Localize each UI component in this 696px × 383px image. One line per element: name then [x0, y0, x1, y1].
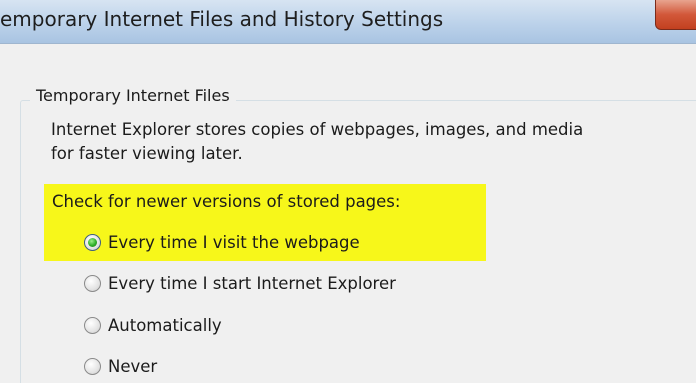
- dialog-title: emporary Internet Files and History Sett…: [0, 7, 444, 31]
- radio-label: Every time I start Internet Explorer: [108, 273, 396, 293]
- radio-label: Never: [108, 356, 158, 376]
- radio-button-icon[interactable]: [84, 316, 101, 334]
- radio-option-every-visit[interactable]: Every time I visit the webpage: [84, 229, 360, 255]
- description-line-1: Internet Explorer stores copies of webpa…: [51, 120, 584, 139]
- radio-option-never[interactable]: Never: [84, 353, 157, 379]
- radio-label: Every time I visit the webpage: [108, 232, 360, 252]
- radio-label: Automatically: [108, 315, 222, 335]
- radio-button-icon[interactable]: [84, 274, 101, 292]
- radio-option-every-start[interactable]: Every time I start Internet Explorer: [84, 270, 396, 296]
- close-button[interactable]: [655, 0, 696, 30]
- settings-dialog: emporary Internet Files and History Sett…: [0, 0, 696, 383]
- title-bar: emporary Internet Files and History Sett…: [0, 0, 696, 44]
- radio-selected-dot: [88, 237, 97, 247]
- radio-button-icon[interactable]: [84, 357, 101, 375]
- radio-option-automatically[interactable]: Automatically: [84, 312, 222, 338]
- description-line-2: for faster viewing later.: [51, 144, 243, 163]
- check-newer-label: Check for newer versions of stored pages…: [52, 192, 401, 211]
- radio-button-icon[interactable]: [84, 233, 101, 251]
- description-text: Internet Explorer stores copies of webpa…: [51, 118, 696, 166]
- groupbox-label: Temporary Internet Files: [30, 86, 236, 105]
